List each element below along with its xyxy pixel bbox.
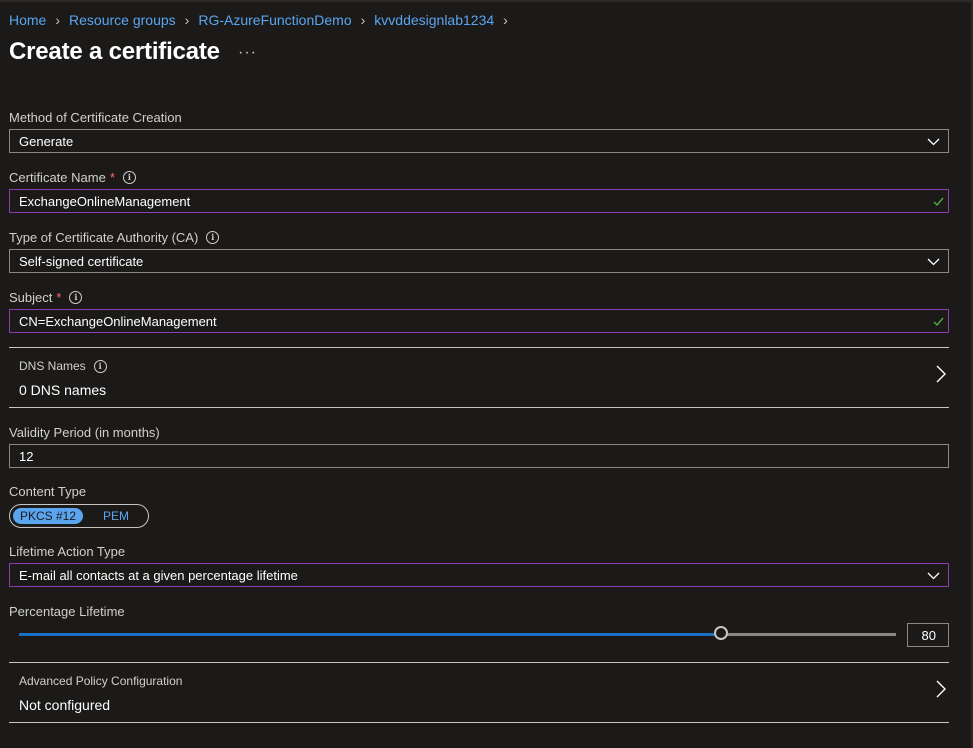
divider [9,662,949,663]
chevron-down-icon [927,572,940,580]
info-icon[interactable]: i [122,171,136,184]
subject-input[interactable]: CN=ExchangeOnlineManagement [9,309,949,333]
ca-type-dropdown[interactable]: Self-signed certificate [9,249,949,273]
required-marker: * [56,290,62,305]
advanced-policy-value[interactable]: Not configured [19,697,110,713]
check-icon [933,197,944,207]
chevron-down-icon [927,138,940,146]
breadcrumb-resource-group[interactable]: RG-AzureFunctionDemo [198,12,351,28]
chevron-right-icon: › [503,12,508,28]
more-options-button[interactable]: ··· [238,44,257,62]
info-icon[interactable]: i [69,291,83,304]
method-label: Method of Certificate Creation [9,110,182,125]
chevron-right-icon[interactable] [935,680,947,698]
chevron-right-icon[interactable] [935,365,947,383]
divider [9,347,949,348]
method-value: Generate [19,134,74,149]
lifetime-action-label: Lifetime Action Type [9,544,126,559]
chevron-right-icon: › [360,12,366,28]
validity-input[interactable]: 12 [9,444,949,468]
percentage-input[interactable]: 80 [907,623,949,647]
breadcrumb-resource-groups[interactable]: Resource groups [69,12,176,28]
chevron-right-icon: › [184,12,190,28]
check-icon [933,317,944,327]
info-icon[interactable]: i [206,231,220,244]
slider-fill [19,633,721,636]
validity-value: 12 [19,449,34,464]
advanced-policy-label: Advanced Policy Configuration [19,674,183,688]
pkcs12-option[interactable]: PKCS #12 [13,508,83,524]
page-title: Create a certificate [9,38,220,65]
divider [9,407,949,408]
cert-name-label: Certificate Name * i [9,170,136,185]
info-icon[interactable]: i [93,359,107,373]
subject-label: Subject * i [9,290,83,305]
dns-names-value[interactable]: 0 DNS names [19,382,106,398]
chevron-down-icon [927,258,940,266]
breadcrumb-home[interactable]: Home [9,12,46,28]
subject-value: CN=ExchangeOnlineManagement [19,314,217,329]
ca-type-value: Self-signed certificate [19,254,144,269]
cert-name-value: ExchangeOnlineManagement [19,194,191,209]
percentage-label: Percentage Lifetime [9,604,125,619]
ca-type-label: Type of Certificate Authority (CA) i [9,230,220,245]
chevron-right-icon: › [55,12,61,28]
breadcrumb: Home › Resource groups › RG-AzureFunctio… [9,12,517,28]
content-type-toggle: PKCS #12 PEM [9,504,149,528]
lifetime-action-dropdown[interactable]: E-mail all contacts at a given percentag… [9,563,949,587]
lifetime-action-value: E-mail all contacts at a given percentag… [19,568,298,583]
slider-thumb[interactable] [714,626,728,640]
top-border [0,0,973,2]
method-dropdown[interactable]: Generate [9,129,949,153]
dns-names-label: DNS Names i [19,359,107,373]
breadcrumb-key-vault[interactable]: kvvddesignlab1234 [374,12,494,28]
percentage-value: 80 [921,628,936,643]
content-type-label: Content Type [9,484,87,499]
required-marker: * [109,170,115,185]
divider [9,722,949,723]
cert-name-input[interactable]: ExchangeOnlineManagement [9,189,949,213]
validity-label: Validity Period (in months) [9,425,160,440]
percentage-slider[interactable] [19,626,896,640]
pem-option[interactable]: PEM [103,508,129,524]
